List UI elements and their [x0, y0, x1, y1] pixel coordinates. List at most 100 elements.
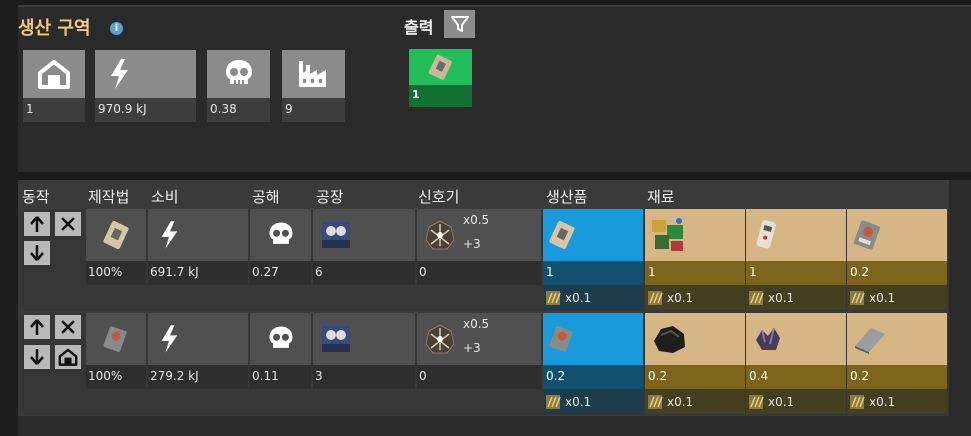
ingredient-mult: x0.1: [768, 394, 795, 409]
factory-cell[interactable]: 3: [313, 313, 415, 389]
pollution-value: 0.11: [250, 365, 311, 389]
summary-factories: 9: [282, 50, 345, 124]
skull-icon: [207, 50, 270, 98]
ingredient-value: 1: [645, 261, 745, 285]
pollution-value: 0.38: [207, 98, 270, 122]
ingredient-mult: x0.1: [667, 290, 694, 305]
circuit-product-icon: [543, 209, 643, 261]
building-button[interactable]: [55, 345, 81, 369]
recipe-pct: 100%: [86, 365, 146, 389]
filter-button[interactable]: [444, 10, 475, 38]
header-recipe: 제작법: [88, 188, 130, 206]
header-consumption: 소비: [151, 188, 179, 206]
output-title: 출력: [404, 18, 434, 37]
module-icon: [546, 290, 561, 305]
energy-value: 279.2 kJ: [148, 365, 248, 389]
beacon-bonus: +3: [463, 341, 481, 355]
skull-icon: [250, 313, 311, 365]
processor-icon: [847, 209, 947, 261]
output-item-count: 1: [409, 85, 472, 107]
energy-cell: 691.7 kJ: [148, 209, 248, 285]
beacon-cell[interactable]: x0.5 +3 0: [417, 209, 541, 285]
building-icon: [58, 348, 78, 366]
energy-icon: [95, 50, 196, 98]
energy-icon: [148, 313, 248, 365]
beacon-cell[interactable]: x0.5 +3 0: [417, 313, 541, 389]
ingredient-cell[interactable]: 1 x0.1: [645, 209, 745, 310]
product-cell[interactable]: 0.2 x0.1: [543, 313, 643, 414]
summary-buildings: 1: [23, 50, 85, 124]
close-icon: [61, 320, 75, 334]
arrow-down-icon: [30, 245, 44, 261]
pollution-cell: 0.11: [250, 313, 311, 389]
buildings-value: 1: [23, 98, 85, 122]
coal-icon: [645, 313, 745, 365]
board-icon: [645, 209, 745, 261]
remote-icon: [746, 209, 846, 261]
product-mult: x0.1: [565, 290, 592, 305]
beacon-bonus: +3: [463, 237, 481, 251]
info-icon[interactable]: i: [110, 22, 123, 35]
ingredient-cell[interactable]: 1 x0.1: [746, 209, 846, 310]
ingredient-cell[interactable]: 0.2 x0.1: [847, 313, 947, 414]
move-down-button[interactable]: [24, 241, 50, 265]
ingredient-cell[interactable]: 0.2 x0.1: [847, 209, 947, 310]
ingredient-value: 1: [746, 261, 846, 285]
move-up-button[interactable]: [24, 212, 50, 236]
arrow-up-icon: [30, 319, 44, 335]
ingredient-mult: x0.1: [869, 290, 896, 305]
skull-icon: [250, 209, 311, 261]
factories-value: 9: [282, 98, 345, 122]
module-icon: [546, 394, 561, 409]
pollution-cell: 0.27: [250, 209, 311, 285]
ingredient-value: 0.4: [746, 365, 846, 389]
header-products: 생산품: [546, 188, 588, 206]
delete-button[interactable]: [55, 212, 81, 236]
circuit-recipe-icon: [86, 209, 146, 261]
building-icon: [23, 50, 85, 98]
assembler-icon: [313, 209, 415, 261]
module-icon: [648, 290, 663, 305]
move-down-button[interactable]: [24, 345, 50, 369]
energy-cell: 279.2 kJ: [148, 313, 248, 389]
beacon-mult: x0.5: [463, 317, 490, 331]
pollution-value: 0.27: [250, 261, 311, 285]
crystal-icon: [746, 313, 846, 365]
beacon-icon: x0.5 +3: [417, 209, 541, 261]
arrow-up-icon: [30, 216, 44, 232]
recipe-cell[interactable]: 100%: [86, 209, 146, 285]
product-value: 0.2: [543, 365, 643, 389]
top-bar-line: [18, 5, 971, 7]
energy-icon: [148, 209, 248, 261]
recipe-cell[interactable]: 100%: [86, 313, 146, 389]
header-factory: 공장: [316, 188, 344, 206]
product-value: 1: [543, 261, 643, 285]
recipe-pct: 100%: [86, 261, 146, 285]
summary-pollution: 0.38: [207, 50, 270, 124]
processor-product-icon: [543, 313, 643, 365]
factory-icon: [282, 50, 345, 98]
plate-icon: [847, 313, 947, 365]
section-divider: [18, 172, 971, 180]
summary-energy: 970.9 kJ: [95, 50, 196, 124]
arrow-down-icon: [30, 349, 44, 365]
factory-count: 3: [313, 365, 415, 389]
delete-button[interactable]: [55, 315, 81, 339]
module-icon: [850, 290, 865, 305]
ingredient-mult: x0.1: [667, 394, 694, 409]
output-item-circuit[interactable]: 1: [409, 49, 472, 107]
ingredient-value: 0.2: [645, 365, 745, 389]
energy-value: 970.9 kJ: [95, 98, 196, 122]
product-cell[interactable]: 1 x0.1: [543, 209, 643, 310]
energy-value: 691.7 kJ: [148, 261, 248, 285]
module-icon: [850, 394, 865, 409]
product-mult: x0.1: [565, 394, 592, 409]
ingredient-cell[interactable]: 0.4 x0.1: [746, 313, 846, 414]
assembler-icon: [313, 313, 415, 365]
factory-cell[interactable]: 6: [313, 209, 415, 285]
ingredient-mult: x0.1: [869, 394, 896, 409]
ingredient-cell[interactable]: 0.2 x0.1: [645, 313, 745, 414]
left-edge: [0, 0, 18, 436]
header-beacon: 신호기: [418, 188, 460, 206]
move-up-button[interactable]: [24, 315, 50, 339]
